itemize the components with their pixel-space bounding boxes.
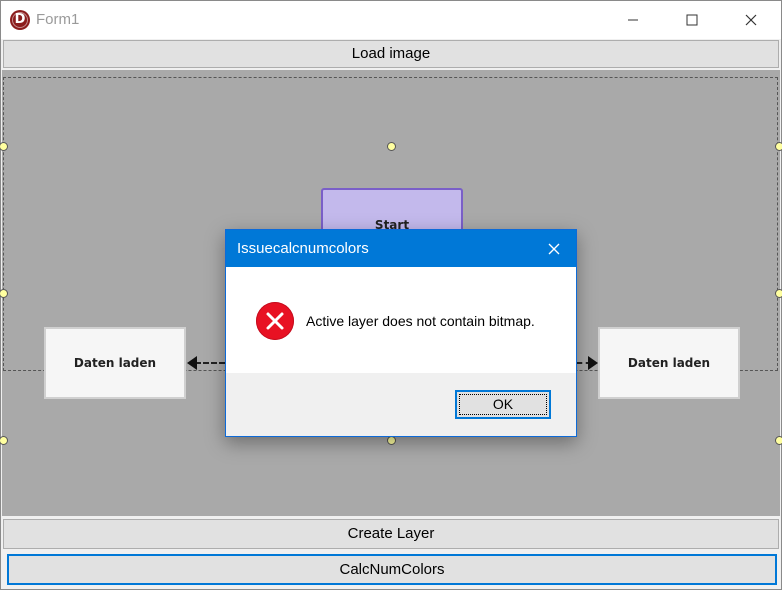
close-button[interactable]	[722, 1, 780, 39]
dialog-title: Issuecalcnumcolors	[237, 240, 369, 257]
maximize-button[interactable]	[663, 1, 721, 39]
title-bar: D Form1	[1, 1, 781, 39]
app-logo-icon: D	[10, 10, 30, 30]
maximize-icon	[686, 14, 698, 26]
left-node[interactable]: Daten laden	[44, 327, 186, 399]
calc-num-colors-button[interactable]: CalcNumColors	[7, 554, 777, 585]
arrow-left-icon	[187, 356, 197, 370]
right-node-label: Daten laden	[627, 356, 711, 370]
error-icon	[256, 302, 294, 340]
error-dialog: Issuecalcnumcolors Active layer does not…	[225, 229, 577, 437]
left-node-label: Daten laden	[73, 356, 157, 370]
close-icon	[548, 243, 560, 254]
selection-handle[interactable]	[387, 142, 396, 151]
dialog-footer: OK	[226, 373, 576, 436]
connector-left	[195, 362, 225, 364]
arrow-right-icon	[588, 356, 598, 370]
load-image-button[interactable]: Load image	[3, 40, 779, 68]
main-window: D Form1 Load image Start Daten laden Dat…	[0, 0, 782, 590]
dialog-close-button[interactable]	[532, 230, 576, 267]
right-node[interactable]: Daten laden	[598, 327, 740, 399]
close-icon	[745, 14, 757, 26]
window-title: Form1	[36, 11, 80, 28]
minimize-button[interactable]	[604, 1, 662, 39]
selection-handle[interactable]	[775, 436, 782, 445]
create-layer-button[interactable]: Create Layer	[3, 519, 779, 549]
minimize-icon	[628, 19, 638, 21]
selection-handle[interactable]	[387, 436, 396, 445]
dialog-message: Active layer does not contain bitmap.	[306, 313, 535, 329]
selection-handle[interactable]	[775, 142, 782, 151]
dialog-title-bar: Issuecalcnumcolors	[226, 230, 576, 267]
ok-button[interactable]: OK	[455, 390, 551, 419]
selection-handle[interactable]	[775, 289, 782, 298]
